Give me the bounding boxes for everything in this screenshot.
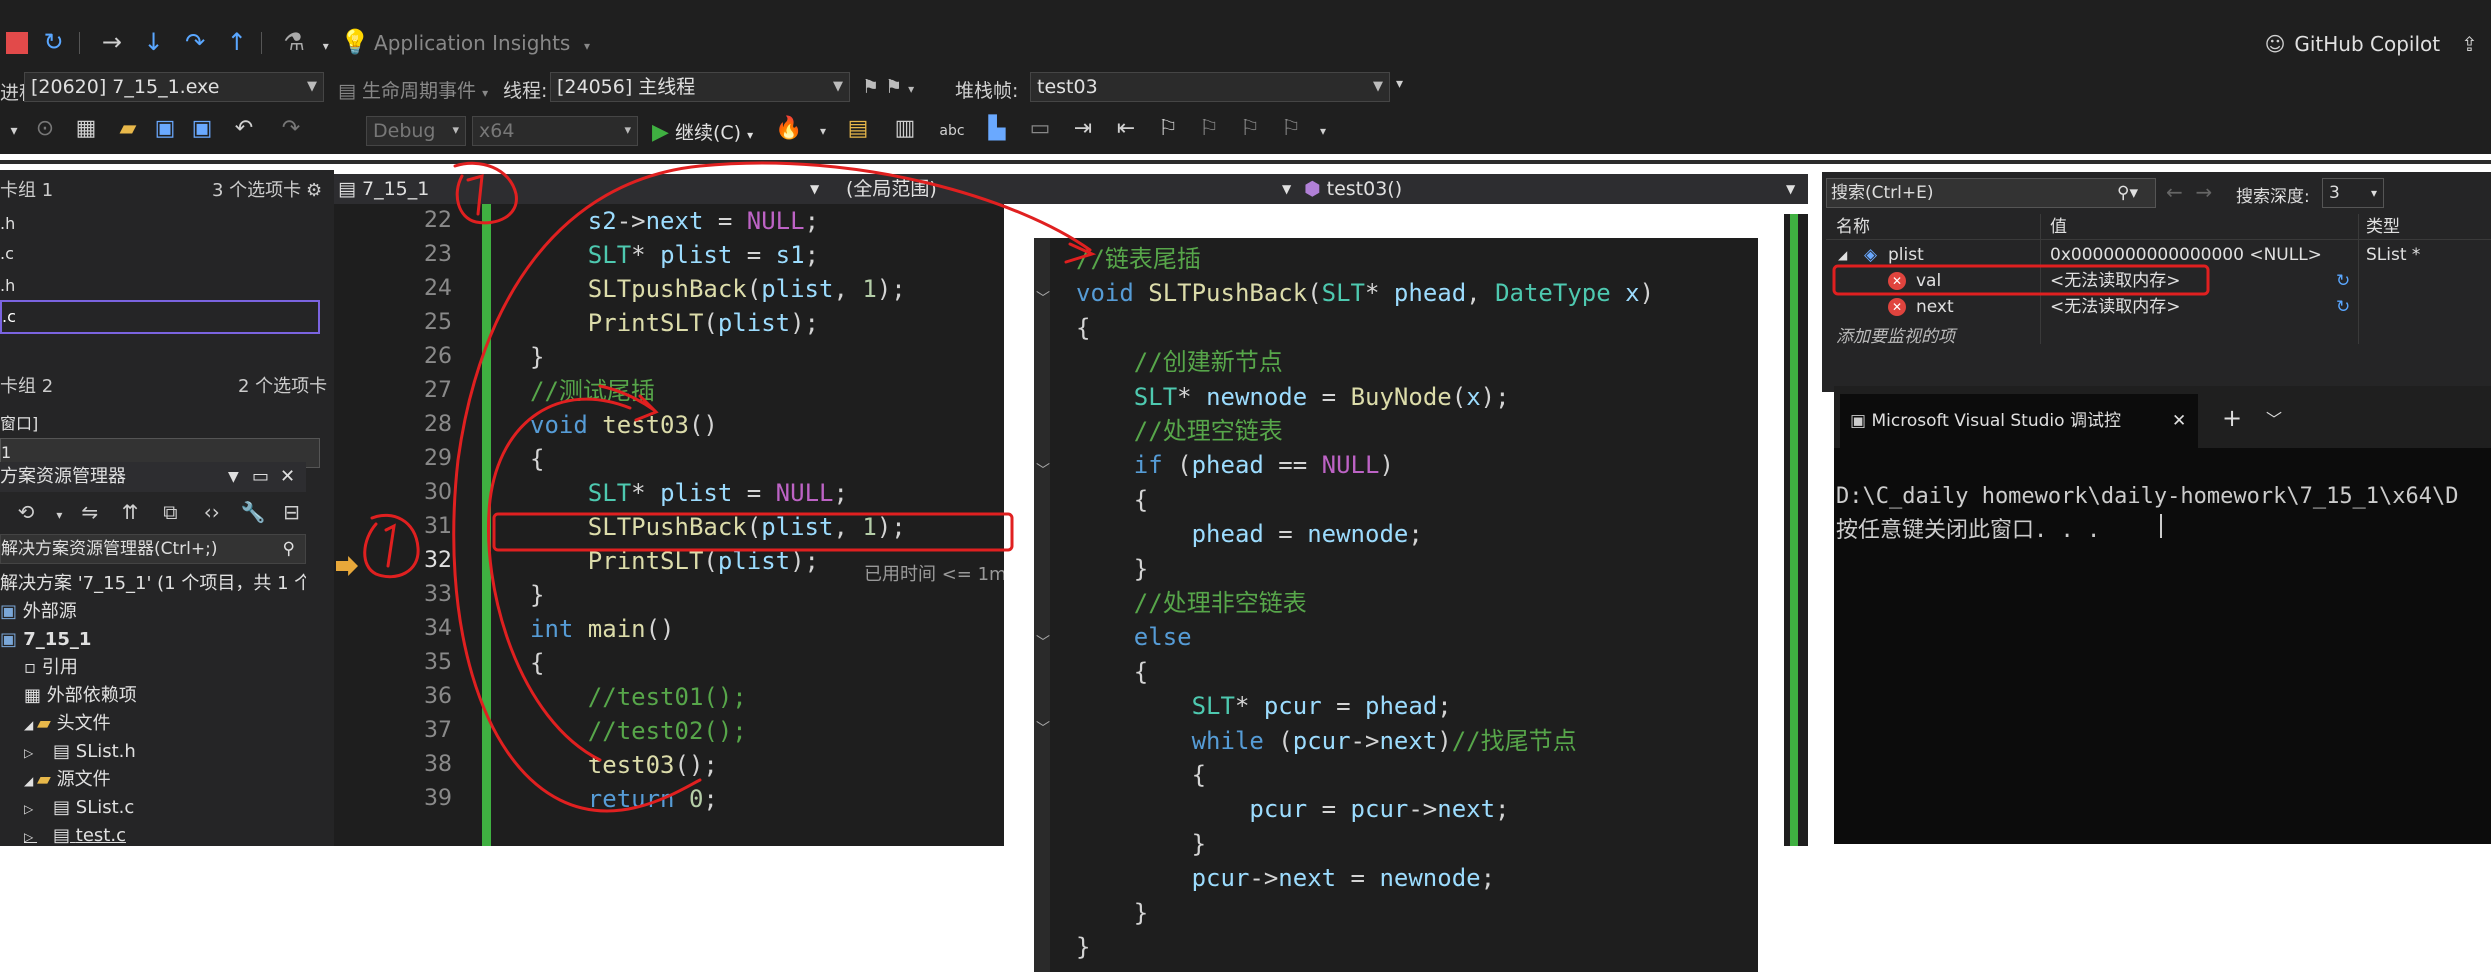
annotation-line31-box: [494, 514, 1012, 550]
annotation-number-1a: [468, 176, 482, 214]
annotation-arrow-test03: [600, 386, 656, 420]
annotation-watch-box: [1834, 266, 2208, 294]
annotation-circle-1: [455, 163, 516, 223]
annotation-arrow-head: [1066, 244, 1092, 262]
annotation-number-1b: [386, 526, 394, 566]
annotation-big-loop: [454, 163, 1090, 811]
annotation-overlay: [0, 0, 2491, 972]
annotation-inner-loop: [488, 399, 630, 760]
